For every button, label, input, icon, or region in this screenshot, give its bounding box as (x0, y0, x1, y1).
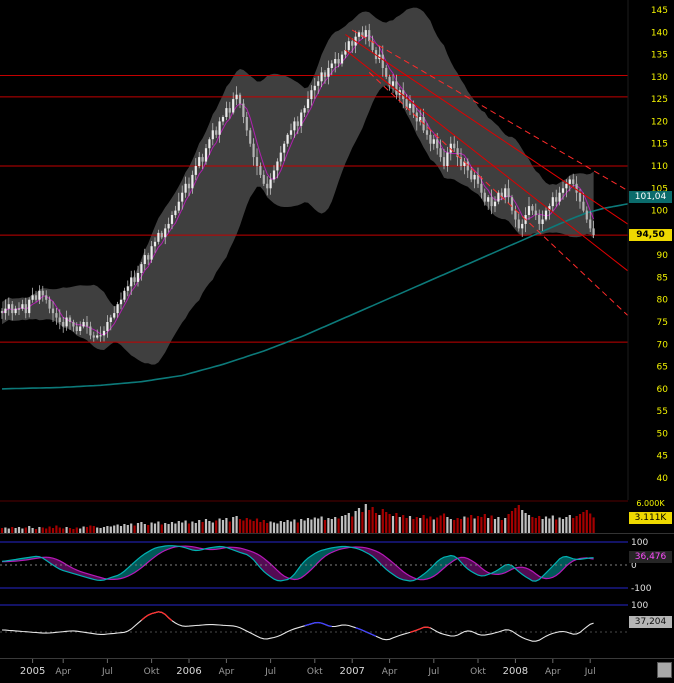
svg-text:2006: 2006 (176, 666, 201, 677)
svg-text:50: 50 (657, 429, 669, 439)
volume-scale-label: 6.000K (629, 499, 672, 509)
svg-text:Jul: Jul (264, 667, 276, 677)
svg-text:120: 120 (651, 117, 668, 127)
svg-text:110: 110 (651, 162, 668, 172)
trading-chart-app: 1451401351301251201151101051009590858075… (0, 0, 674, 683)
svg-text:80: 80 (657, 296, 669, 306)
svg-text:100: 100 (631, 538, 648, 548)
svg-text:140: 140 (651, 28, 668, 38)
svg-text:65: 65 (657, 363, 668, 373)
oscillator1-canvas[interactable]: 1000-100 (0, 534, 674, 596)
svg-text:145: 145 (651, 6, 668, 16)
ma-value-badge: 101,04 (629, 191, 672, 203)
svg-text:Jul: Jul (101, 667, 113, 677)
oscillator2-value-badge: 37,204 (629, 616, 672, 628)
svg-text:125: 125 (651, 95, 668, 105)
svg-text:Okt: Okt (470, 667, 486, 677)
svg-text:Okt: Okt (144, 667, 160, 677)
oscillator1-value-badge: 36,476 (629, 551, 672, 563)
svg-text:115: 115 (651, 140, 668, 150)
svg-text:2007: 2007 (339, 666, 364, 677)
price-chart-canvas[interactable]: 1451401351301251201151101051009590858075… (0, 0, 674, 500)
svg-text:Apr: Apr (219, 667, 235, 677)
svg-text:75: 75 (657, 318, 668, 328)
svg-text:Apr: Apr (382, 667, 398, 677)
svg-text:90: 90 (657, 251, 669, 261)
svg-text:85: 85 (657, 273, 668, 283)
svg-text:40: 40 (657, 474, 669, 484)
svg-text:60: 60 (657, 385, 669, 395)
svg-text:Apr: Apr (55, 667, 71, 677)
svg-text:2005: 2005 (20, 666, 45, 677)
volume-chart-canvas[interactable] (0, 500, 674, 534)
svg-text:Jul: Jul (584, 667, 596, 677)
svg-text:Okt: Okt (307, 667, 323, 677)
oscillator2-canvas[interactable]: 100 (0, 596, 674, 658)
svg-text:Apr: Apr (545, 667, 561, 677)
volume-value-badge: 3.111K (629, 512, 672, 524)
last-price-badge: 94,50 (629, 229, 672, 241)
corner-resize-handle[interactable] (657, 662, 672, 678)
svg-text:55: 55 (657, 407, 668, 417)
svg-text:130: 130 (651, 73, 668, 83)
svg-text:-100: -100 (631, 584, 652, 594)
svg-text:135: 135 (651, 51, 668, 61)
svg-text:70: 70 (657, 340, 669, 350)
svg-text:Jul: Jul (427, 667, 439, 677)
time-axis[interactable]: 2005 Apr Jul Okt 2006 Apr Jul Okt 2007 Apr Jul Okt 2… (0, 658, 674, 683)
svg-text:100: 100 (651, 207, 668, 217)
svg-text:100: 100 (631, 601, 648, 611)
svg-text:2008: 2008 (503, 666, 528, 677)
svg-text:45: 45 (657, 452, 668, 462)
